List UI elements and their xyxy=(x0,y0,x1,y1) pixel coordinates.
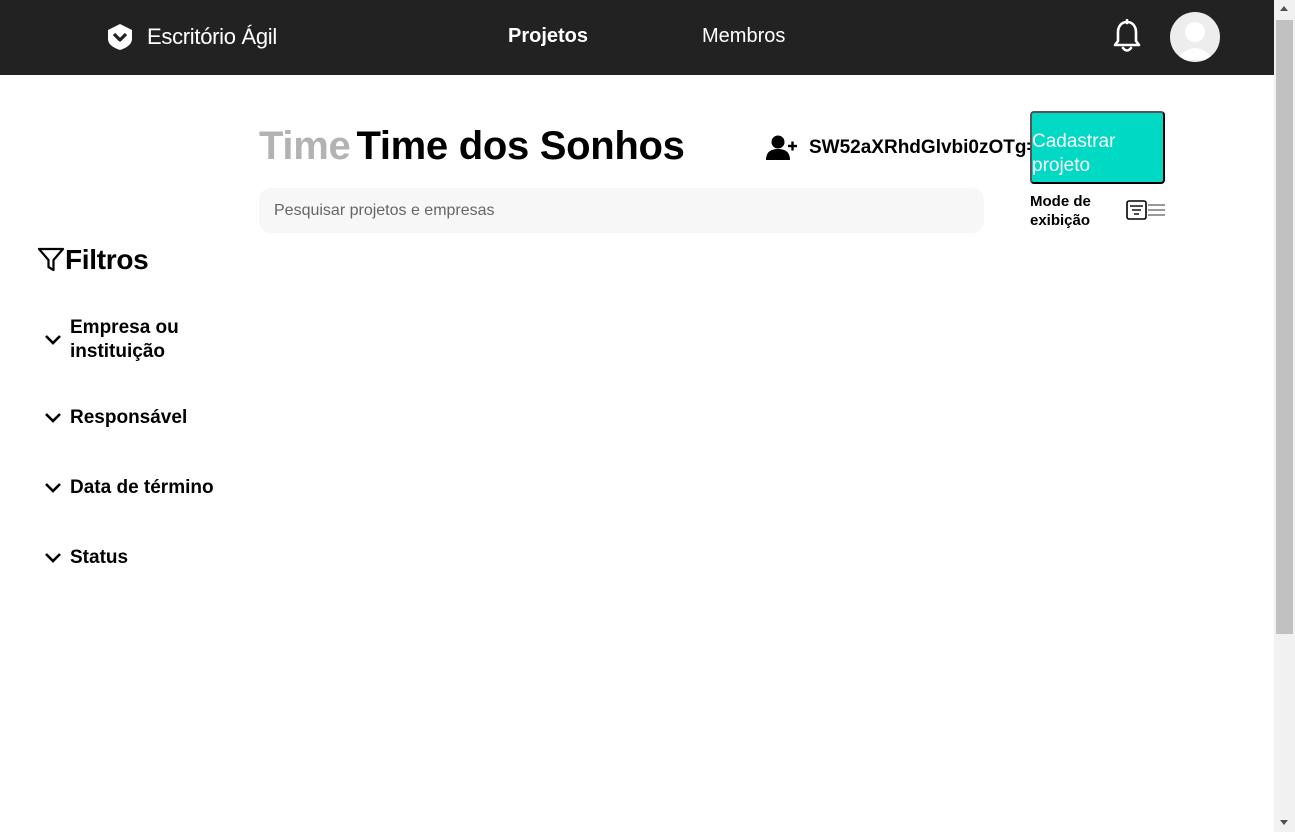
scrollbar-thumb[interactable] xyxy=(1276,20,1293,634)
chevron-down-icon xyxy=(45,335,61,345)
notification-bell-icon[interactable] xyxy=(1112,19,1142,55)
nav-link-membros[interactable]: Membros xyxy=(702,25,785,48)
filter-status[interactable]: Status xyxy=(44,546,128,570)
filters-title: Filtros xyxy=(65,244,149,275)
filter-label: Responsável xyxy=(70,407,188,428)
filters-heading: Filtros xyxy=(37,244,149,276)
chevron-down-icon xyxy=(45,413,61,423)
view-mode-label: Mode de exibição xyxy=(1030,193,1091,229)
nav-link-projetos[interactable]: Projetos xyxy=(508,25,588,48)
user-placeholder-icon xyxy=(1176,22,1214,60)
filter-empresa[interactable]: Empresa ou instituição xyxy=(44,316,200,364)
filter-responsavel[interactable]: Responsável xyxy=(44,406,187,430)
filter-label: Data de término xyxy=(70,477,214,498)
invite-code: SW52aXRhdGlvbi0zOTg= xyxy=(809,137,1033,158)
top-navbar: Escritório Ágil Projetos Membros xyxy=(0,0,1274,75)
filter-label: Empresa ou instituição xyxy=(70,317,179,362)
search-input[interactable] xyxy=(259,188,984,233)
filter-funnel-icon xyxy=(37,247,65,272)
brand[interactable]: Escritório Ágil xyxy=(106,23,277,51)
view-mode-toggle-icon[interactable] xyxy=(1126,200,1166,222)
chevron-down-icon xyxy=(45,553,61,563)
register-project-button[interactable]: Cadastrar projeto xyxy=(1030,111,1165,184)
team-name: Time dos Sonhos xyxy=(356,124,685,168)
filter-data-termino[interactable]: Data de término xyxy=(44,476,214,500)
shield-check-logo-icon xyxy=(108,24,132,50)
filter-label: Status xyxy=(70,547,129,568)
user-avatar[interactable] xyxy=(1170,12,1220,62)
page-title: Time Time dos Sonhos xyxy=(259,124,685,169)
add-user-icon[interactable] xyxy=(766,134,798,162)
vertical-scrollbar[interactable] xyxy=(1274,0,1295,832)
chevron-down-icon xyxy=(45,483,61,493)
scroll-up-arrow-icon[interactable] xyxy=(1280,6,1288,11)
brand-name: Escritório Ágil xyxy=(147,24,277,49)
title-prefix: Time xyxy=(259,124,351,168)
invite-member: SW52aXRhdGlvbi0zOTg= xyxy=(766,134,1033,162)
scroll-down-arrow-icon[interactable] xyxy=(1280,820,1288,825)
